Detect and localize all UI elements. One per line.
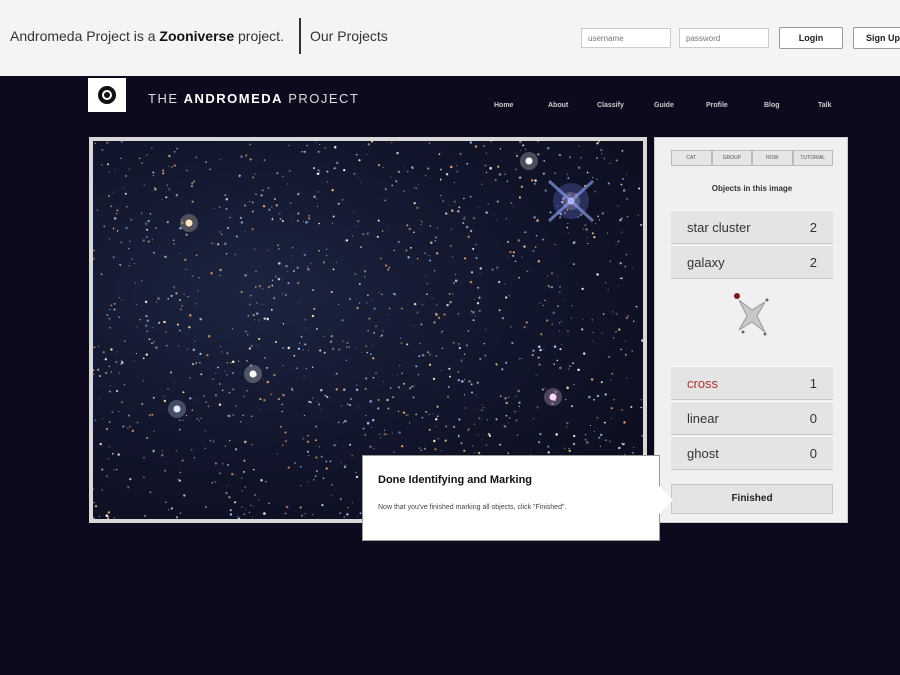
tab-tutorial[interactable]: TUTORIAL [792,150,833,166]
tooltip-body: Now that you've finished marking all obj… [378,504,567,511]
objects-title: Objects in this image [711,184,793,193]
artifact-row-ghost[interactable]: ghost 0 [671,436,833,470]
signup-button[interactable]: Sign Up [853,27,900,49]
nav-profile[interactable]: Profile [706,102,728,109]
nav-guide[interactable]: Guide [654,102,674,109]
artifact-count: 0 [809,411,817,426]
panel-tabs: CAT GROUP ROW TUTORIAL [671,150,833,166]
artifact-diagram-icon [734,293,769,336]
object-row-star-cluster[interactable]: star cluster 2 [671,210,833,244]
artifact-row-cross[interactable]: cross 1 [671,366,833,400]
our-projects-link[interactable]: Our Projects [310,28,388,44]
login-button[interactable]: Login [779,27,843,49]
zooniverse-logo-icon[interactable] [88,78,126,112]
tab-cat[interactable]: CAT [671,150,712,166]
artifact-label: ghost [687,446,719,461]
username-input[interactable] [581,28,671,48]
object-count: 2 [809,220,817,235]
nav-classify[interactable]: Classify [597,102,624,109]
tagline-suffix: project. [238,28,284,44]
tutorial-tooltip: Done Identifying and Marking Now that yo… [362,455,673,541]
nav-talk[interactable]: Talk [818,102,832,109]
project-title: THE ANDROMEDA PROJECT [148,91,360,106]
tagline-prefix: Andromeda Project is a [10,28,156,44]
object-label: galaxy [687,255,725,270]
tab-row[interactable]: ROW [752,150,793,166]
divider [299,18,301,54]
nav-home[interactable]: Home [494,102,513,109]
artifact-row-linear[interactable]: linear 0 [671,401,833,435]
nav-about[interactable]: About [548,102,568,109]
artifact-label: cross [687,376,719,391]
password-input[interactable] [679,28,769,48]
zooniverse-link[interactable]: Zooniverse [159,28,234,44]
zooniverse-tagline: Andromeda Project is a Zooniverse projec… [10,28,284,44]
object-count: 2 [809,255,817,270]
zooniverse-bar: Andromeda Project is a Zooniverse projec… [0,0,900,76]
object-row-galaxy[interactable]: galaxy 2 [671,245,833,279]
artifact-count: 0 [809,446,817,461]
tooltip-title: Done Identifying and Marking [378,474,533,486]
object-label: star cluster [687,220,751,235]
tab-group[interactable]: GROUP [711,150,752,166]
classification-panel: CAT GROUP ROW TUTORIAL Objects in this i… [654,137,848,523]
artifact-label: linear [687,411,719,426]
artifact-count: 1 [809,376,817,391]
nav-blog[interactable]: Blog [764,102,780,109]
finished-button[interactable]: Finished [671,484,833,514]
